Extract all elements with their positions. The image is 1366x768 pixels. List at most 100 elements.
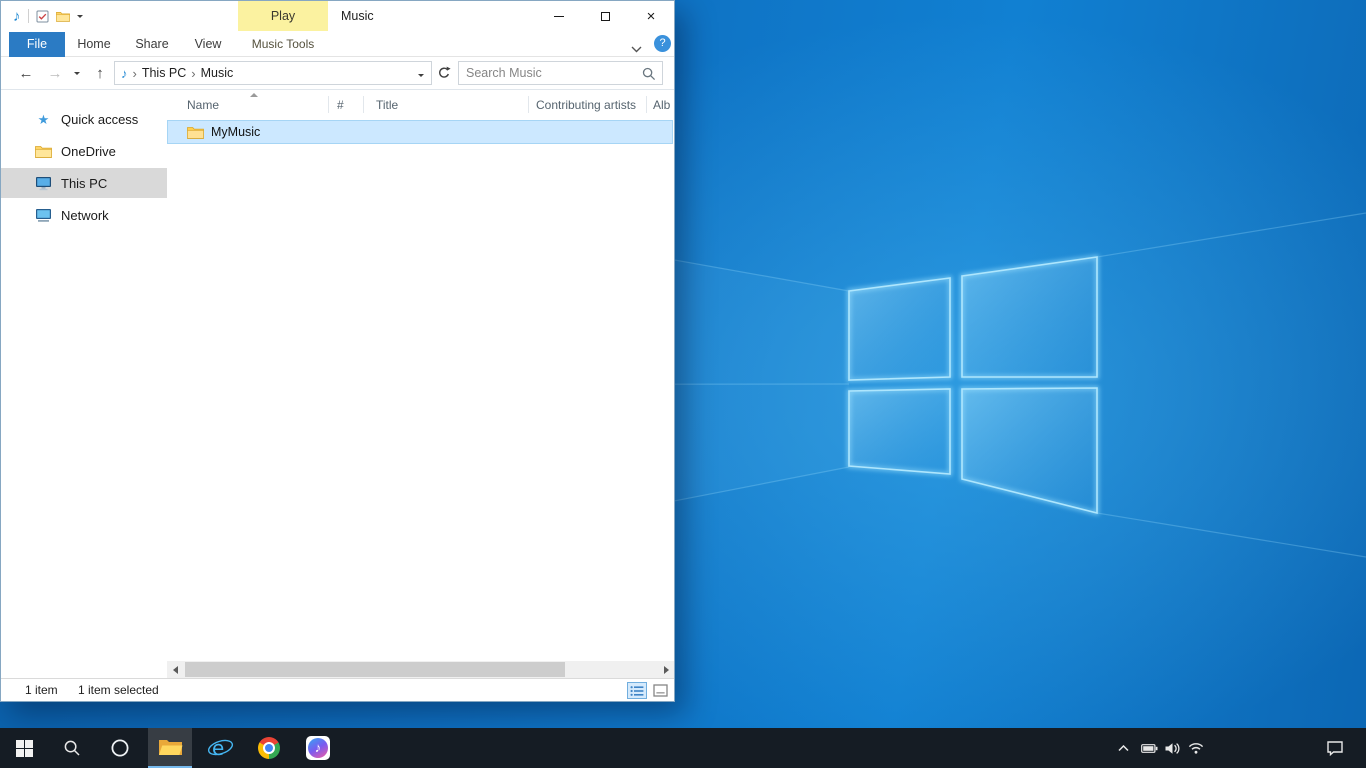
caption-buttons: ×	[536, 1, 674, 31]
details-view-button[interactable]	[627, 682, 647, 699]
tab-share[interactable]: Share	[129, 32, 175, 57]
scroll-left-arrow-icon[interactable]	[167, 661, 183, 678]
network-monitor-icon	[35, 208, 52, 223]
maximize-icon	[601, 12, 610, 21]
onedrive-folder-icon	[35, 145, 52, 158]
window-music-icon: ♪	[13, 9, 21, 24]
quick-access-toolbar: ♪	[13, 1, 83, 31]
taskbar: e ♪	[0, 728, 1366, 768]
scroll-right-arrow-icon[interactable]	[658, 661, 674, 678]
column-title[interactable]: Title	[376, 91, 398, 117]
column-name[interactable]: Name	[187, 91, 219, 117]
windows-logo-icon	[16, 740, 33, 757]
status-bar: 1 item 1 item selected	[1, 678, 674, 701]
action-center-icon	[1326, 740, 1344, 756]
tray-volume-button[interactable]	[1159, 728, 1185, 768]
tab-home[interactable]: Home	[71, 32, 117, 57]
column-album[interactable]: Alb	[653, 91, 670, 117]
back-button[interactable]: ←	[11, 57, 41, 89]
customize-qat-chevron-icon[interactable]	[77, 15, 83, 18]
scrollbar-thumb[interactable]	[185, 662, 565, 677]
selection-count: 1 item selected	[78, 679, 159, 701]
quick-access-star-icon: ★	[35, 113, 52, 126]
music-tools-group-label: Music Tools	[238, 32, 328, 57]
title-bar: ♪ Play Music ×	[1, 1, 674, 31]
sidebar-label: Quick access	[61, 112, 138, 127]
column-headers: Name # Title Contributing artists Alb	[167, 91, 674, 117]
tray-show-hidden-icons-chevron[interactable]	[1110, 728, 1136, 768]
new-folder-icon[interactable]	[56, 11, 70, 22]
internet-explorer-icon: e	[207, 736, 234, 760]
taskbar-file-explorer-button[interactable]	[148, 728, 192, 768]
column-divider	[328, 96, 329, 113]
sort-ascending-icon	[250, 93, 258, 97]
file-explorer-window: ♪ Play Music × File Home Share	[0, 0, 675, 702]
ribbon-tab-row: File Home Share View Music Tools ?	[1, 31, 674, 57]
column-divider	[646, 96, 647, 113]
column-divider	[363, 96, 364, 113]
sidebar-item-this-pc[interactable]: This PC	[1, 168, 167, 198]
search-icon	[642, 67, 656, 86]
cortana-button[interactable]	[98, 728, 142, 768]
expand-ribbon-chevron-icon[interactable]	[631, 40, 642, 58]
breadcrumb-separator: ›	[191, 66, 195, 81]
up-button[interactable]: ↑	[87, 57, 113, 89]
battery-icon	[1141, 743, 1158, 754]
address-dropdown-chevron-icon[interactable]	[418, 64, 424, 82]
taskbar-internet-explorer-button[interactable]: e	[198, 728, 242, 768]
chrome-icon	[258, 737, 280, 759]
address-bar[interactable]: ♪ › This PC › Music	[114, 61, 432, 85]
cortana-circle-icon	[110, 738, 130, 758]
sidebar-item-network[interactable]: Network	[1, 200, 167, 230]
file-row-mymusic[interactable]: MyMusic	[167, 120, 673, 144]
navigation-toolbar: ← → ↑ ♪ › This PC › Music	[1, 57, 674, 90]
taskbar-search-button[interactable]	[50, 728, 94, 768]
column-number[interactable]: #	[337, 91, 344, 117]
column-artists[interactable]: Contributing artists	[536, 91, 636, 117]
desktop: ♪ Play Music × File Home Share	[0, 0, 1366, 768]
search-box	[458, 61, 663, 85]
action-center-button[interactable]	[1312, 728, 1358, 768]
breadcrumb-separator: ›	[133, 66, 137, 81]
recent-locations-chevron-icon[interactable]	[69, 57, 85, 89]
search-icon	[63, 739, 81, 757]
minimize-button[interactable]	[536, 1, 582, 31]
chevron-up-icon	[1118, 745, 1129, 752]
breadcrumb-this-pc[interactable]: This PC	[142, 66, 186, 80]
sidebar-item-onedrive[interactable]: OneDrive	[1, 136, 167, 166]
file-explorer-icon	[158, 737, 183, 757]
location-music-icon: ♪	[121, 66, 128, 81]
taskbar-chrome-button[interactable]	[247, 728, 291, 768]
navigation-pane: ★ Quick access OneDrive This PC Network	[1, 91, 167, 661]
start-button[interactable]	[2, 728, 46, 768]
tab-view[interactable]: View	[185, 32, 231, 57]
tab-play[interactable]: Play	[238, 1, 328, 31]
taskbar-itunes-button[interactable]: ♪	[296, 728, 340, 768]
sidebar-item-quick-access[interactable]: ★ Quick access	[1, 104, 167, 134]
close-button[interactable]: ×	[628, 1, 674, 31]
sidebar-label: This PC	[61, 176, 107, 191]
speaker-icon	[1164, 742, 1180, 755]
breadcrumb-music[interactable]: Music	[201, 66, 234, 80]
sidebar-label: OneDrive	[61, 144, 116, 159]
properties-icon[interactable]	[36, 10, 49, 23]
large-icons-view-button[interactable]	[650, 682, 670, 699]
toolbar-separator	[28, 9, 29, 23]
refresh-button[interactable]	[434, 61, 454, 85]
help-button[interactable]: ?	[654, 35, 671, 52]
column-divider	[528, 96, 529, 113]
search-input[interactable]	[459, 62, 662, 84]
folder-icon	[187, 126, 204, 139]
maximize-button[interactable]	[582, 1, 628, 31]
itunes-icon: ♪	[306, 736, 330, 760]
sidebar-label: Network	[61, 208, 109, 223]
horizontal-scrollbar[interactable]	[167, 661, 674, 678]
tray-network-button[interactable]	[1183, 728, 1209, 768]
item-count: 1 item	[25, 679, 58, 701]
this-pc-monitor-icon	[35, 176, 52, 191]
file-list: Name # Title Contributing artists Alb My…	[167, 91, 674, 661]
svg-text:e: e	[212, 736, 224, 760]
forward-button[interactable]: →	[43, 57, 67, 89]
window-title: Music	[341, 1, 374, 31]
tab-file[interactable]: File	[9, 32, 65, 57]
